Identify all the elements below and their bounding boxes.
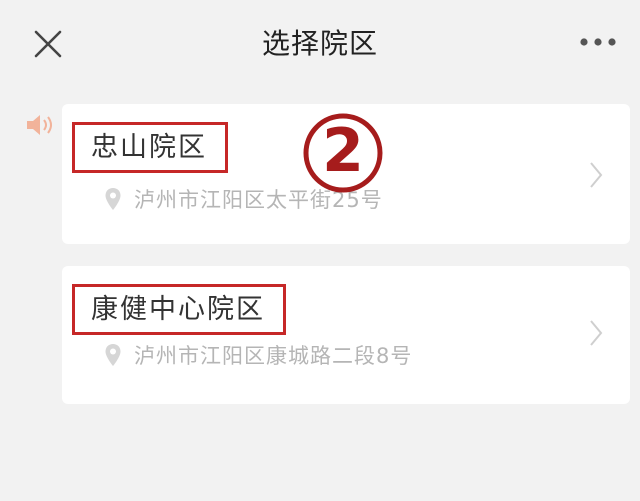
campus-name: 康健中心院区 <box>72 284 286 335</box>
more-horizontal-icon[interactable] <box>578 34 618 50</box>
chevron-right-icon <box>590 320 603 346</box>
location-pin-icon <box>105 188 121 210</box>
campus-card-kangjian[interactable]: 康健中心院区 泸州市江阳区康城路二段8号 <box>62 266 630 404</box>
step-number-marker: 2 <box>302 112 384 194</box>
page-title: 选择院区 <box>261 27 378 60</box>
campus-address: 泸州市江阳区康城路二段8号 <box>134 344 413 368</box>
campus-name: 忠山院区 <box>72 122 228 173</box>
nav-bar: 选择院区 <box>0 0 640 86</box>
campus-address-row: 泸州市江阳区康城路二段8号 <box>104 340 412 370</box>
step-number: 2 <box>322 116 364 186</box>
location-pin-icon <box>105 344 121 366</box>
chevron-right-icon <box>590 162 603 188</box>
speaker-icon[interactable] <box>24 112 56 138</box>
